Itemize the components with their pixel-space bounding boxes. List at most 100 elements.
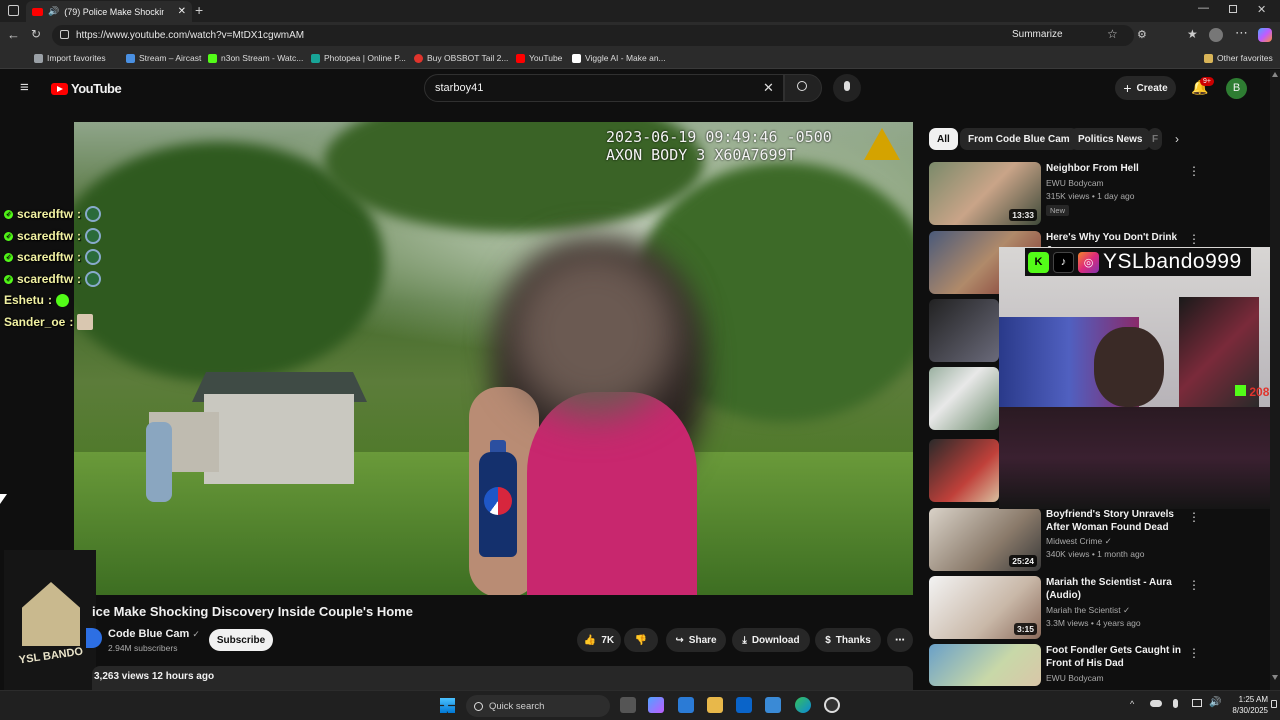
search-button[interactable] [784, 74, 822, 102]
edge-icon[interactable] [795, 697, 811, 713]
fav-n3on-stream[interactable]: n3on Stream - Watc... [208, 53, 303, 63]
like-button[interactable]: 👍 7K [577, 628, 621, 652]
windows-start-icon[interactable] [440, 698, 455, 713]
fav-import[interactable]: Import favorites [34, 53, 106, 63]
browser-tab-active[interactable]: 🔊 (79) Police Make Shocking D ✕ [26, 1, 192, 22]
rec-thumbnail[interactable] [929, 367, 999, 430]
rec-thumbnail[interactable] [929, 439, 999, 502]
more-actions-button[interactable]: ⋯ [887, 628, 913, 652]
close-window-icon[interactable]: ✕ [1257, 3, 1266, 16]
search-input[interactable]: starboy41 ✕ [424, 74, 784, 102]
file-explorer-icon[interactable] [707, 697, 723, 713]
tab-close-icon[interactable]: ✕ [178, 6, 186, 17]
back-icon[interactable]: ← [7, 27, 20, 42]
audio-playing-icon[interactable]: 🔊 [48, 6, 59, 17]
video-player[interactable]: 2023-06-19 09:49:46 -0500 AXON BODY 3 X6… [74, 122, 913, 595]
account-avatar[interactable]: B [1226, 78, 1247, 99]
site-info-icon[interactable] [60, 30, 69, 39]
summarize-button[interactable]: Summarize [1012, 29, 1063, 40]
youtube-header: ≡ YouTube starboy41 ✕ + Create 🔔 9+ B [0, 70, 1280, 106]
page-scrollbar[interactable] [1270, 70, 1280, 690]
scroll-down-icon[interactable] [1272, 675, 1278, 680]
refresh-icon[interactable]: ↻ [31, 27, 41, 41]
chip-all[interactable]: All [929, 128, 958, 150]
rec-thumbnail[interactable]: 25:24 [929, 508, 1041, 571]
fav-obsbot[interactable]: Buy OBSBOT Tail 2... [414, 53, 508, 63]
outlook-icon[interactable] [736, 697, 752, 713]
system-clock[interactable]: 1:25 AM 8/30/2025 [1226, 694, 1268, 716]
rec-title[interactable]: Mariah the Scientist - Aura (Audio) [1046, 576, 1181, 602]
store-icon[interactable] [678, 697, 694, 713]
obs-icon[interactable] [824, 697, 840, 713]
streamer-handle-bar: K ♪ ◎ YSLbando999 [1025, 248, 1251, 276]
profile-avatar[interactable] [1209, 28, 1223, 42]
task-view-icon[interactable] [620, 697, 636, 713]
rec-channel[interactable]: EWU Bodycam [1046, 177, 1104, 190]
url-field[interactable]: https://www.youtube.com/watch?v=MtDX1cgw… [52, 25, 1134, 46]
streamer-logo: YSL BANDO [4, 550, 96, 690]
extensions-icon[interactable]: ⚙ [1137, 28, 1147, 41]
rec-thumbnail[interactable] [929, 299, 999, 362]
notification-center-icon[interactable] [1271, 700, 1277, 708]
create-button[interactable]: + Create [1115, 76, 1176, 100]
fav-other-favorites[interactable]: Other favorites [1204, 53, 1273, 63]
channel-name[interactable]: Code Blue Cam ✓ [108, 628, 200, 640]
favorite-star-icon[interactable]: ☆ [1107, 27, 1118, 41]
display-icon[interactable] [1192, 699, 1202, 707]
rec-title[interactable]: Neighbor From Hell [1046, 162, 1181, 175]
fav-viggle[interactable]: Viggle AI - Make an... [572, 53, 666, 63]
rec-title[interactable]: Foot Fondler Gets Caught in Front of His… [1046, 644, 1181, 670]
clear-search-icon[interactable]: ✕ [763, 80, 774, 96]
kick-icon: K [1028, 251, 1049, 273]
new-tab-icon[interactable]: + [195, 2, 203, 18]
maximize-icon[interactable] [1229, 5, 1237, 13]
rec-title[interactable]: Boyfriend's Story Unravels After Woman F… [1046, 508, 1181, 534]
chips-next-icon[interactable]: › [1175, 132, 1179, 146]
photos-icon[interactable] [765, 697, 781, 713]
taskbar-search[interactable]: Quick search [466, 695, 610, 717]
voice-search-button[interactable] [833, 74, 861, 102]
chip-politics-news[interactable]: Politics News [1070, 128, 1151, 150]
copilot-icon[interactable] [1258, 28, 1272, 42]
more-menu-icon[interactable]: ⋯ [1235, 25, 1248, 41]
rec-menu-icon[interactable]: ⋮ [1188, 510, 1200, 524]
share-button[interactable]: ↪ Share [666, 628, 726, 652]
rec-menu-icon[interactable]: ⋮ [1188, 646, 1200, 660]
favorites-icon[interactable]: ★ [1187, 27, 1198, 41]
rec-menu-icon[interactable]: ⋮ [1188, 578, 1200, 592]
volume-icon[interactable]: 🔊 [1209, 697, 1221, 708]
chip-more[interactable]: F [1148, 128, 1162, 150]
chip-from-channel[interactable]: From Code Blue Cam [960, 128, 1078, 150]
youtube-logo[interactable]: YouTube [51, 81, 122, 96]
rec-menu-icon[interactable]: ⋮ [1188, 232, 1200, 246]
rec-thumbnail[interactable]: 3:15 [929, 576, 1041, 639]
fav-photopea[interactable]: Photopea | Online P... [311, 53, 406, 63]
thanks-button[interactable]: $ Thanks [815, 628, 881, 652]
onedrive-icon[interactable] [1150, 700, 1162, 707]
subscribe-button[interactable]: Subscribe [209, 629, 273, 651]
scroll-up-icon[interactable] [1272, 72, 1278, 77]
rec-channel[interactable]: Mariah the Scientist ✓ [1046, 604, 1130, 617]
fav-youtube[interactable]: YouTube [516, 53, 562, 63]
rec-thumbnail[interactable] [929, 644, 1041, 686]
rec-channel[interactable]: Midwest Crime ✓ [1046, 535, 1112, 548]
microphone-tray-icon[interactable] [1173, 699, 1178, 708]
youtube-play-icon [51, 82, 68, 95]
new-badge: New [1046, 205, 1070, 216]
channel-avatar[interactable] [86, 628, 102, 648]
chat-username: scaredftw [17, 229, 74, 243]
tab-actions-icon[interactable] [8, 5, 19, 16]
copilot-app-icon[interactable] [648, 697, 664, 713]
minimize-icon[interactable]: — [1198, 2, 1209, 14]
tray-expand-icon[interactable]: ^ [1130, 699, 1134, 709]
thumbs-down-icon: 👎 [634, 634, 648, 646]
rec-channel[interactable]: EWU Bodycam [1046, 672, 1104, 685]
rec-thumbnail[interactable]: 13:33 [929, 162, 1041, 225]
dislike-button[interactable]: 👎 [624, 628, 658, 652]
youtube-favicon-icon [32, 7, 43, 16]
download-button[interactable]: ⤓ Download [732, 628, 810, 652]
fav-aircast[interactable]: Stream – Aircast [126, 53, 201, 63]
hamburger-menu-icon[interactable]: ≡ [20, 79, 29, 96]
rec-meta: 3.3M views • 4 years ago [1046, 618, 1141, 628]
rec-menu-icon[interactable]: ⋮ [1188, 164, 1200, 178]
